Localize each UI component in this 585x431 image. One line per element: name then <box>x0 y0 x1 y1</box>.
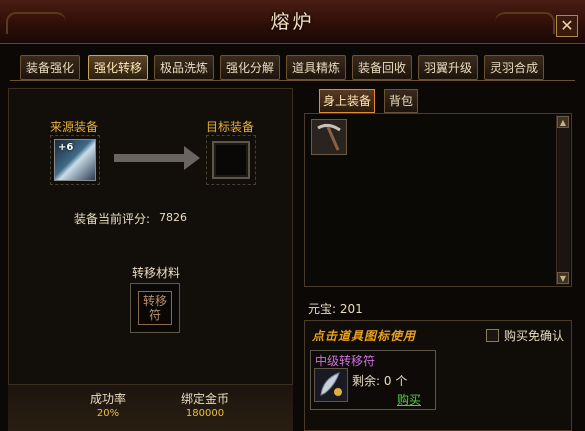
source-equipment-slot[interactable]: +6 <box>54 139 96 181</box>
target-equipment-slot[interactable] <box>212 141 250 179</box>
close-button[interactable]: ✕ <box>556 15 578 37</box>
transfer-arrow-icon <box>114 154 186 162</box>
success-rate-label: 成功率 <box>89 392 126 406</box>
enhance-level-badge: +6 <box>58 142 74 153</box>
inventory-scrollbar[interactable] <box>556 115 570 285</box>
yuanbao-value: 201 <box>339 302 363 316</box>
bound-gold-value: 180000 <box>185 408 225 419</box>
remain-unit: 个 <box>395 374 408 388</box>
target-equipment-label: 目标装备 <box>206 120 255 134</box>
buy-button[interactable]: 购买 <box>397 391 421 408</box>
tab-feather-compose[interactable]: 灵羽合成 <box>484 55 544 80</box>
shop-item-slot[interactable] <box>314 368 348 402</box>
inventory-slot[interactable] <box>311 119 347 155</box>
shop-hint: 点击道具图标使用 <box>312 329 417 343</box>
tab-equipment-enhance[interactable]: 装备强化 <box>20 55 80 80</box>
remain-label: 剩余: <box>352 374 381 388</box>
material-slot-text: 转移符 <box>138 291 172 325</box>
auto-confirm-label: 购买免确认 <box>504 329 565 343</box>
shop-item-name: 中级转移符 <box>315 354 376 368</box>
material-title: 转移材料 <box>132 266 181 280</box>
success-rate-value: 20% <box>96 408 120 419</box>
shop-item-remaining: 剩余: 0 个 <box>352 372 407 389</box>
tab-item-refine[interactable]: 道具精炼 <box>286 55 346 80</box>
tab-backpack[interactable]: 背包 <box>384 89 418 113</box>
source-equipment-label: 来源装备 <box>50 120 99 134</box>
score-value: 7826 <box>159 211 187 224</box>
tab-premium-refine[interactable]: 极品洗炼 <box>154 55 214 80</box>
yuanbao-label: 元宝: <box>308 302 337 316</box>
tab-wing-upgrade[interactable]: 羽翼升级 <box>418 55 478 80</box>
score-label: 装备当前评分: <box>74 212 151 226</box>
tab-divider <box>10 80 575 81</box>
tab-enhance-transfer[interactable]: 强化转移 <box>88 55 148 80</box>
window-title: 熔炉 <box>270 11 315 33</box>
scroll-down-button[interactable]: ▼ <box>557 272 569 284</box>
cost-bar <box>8 384 293 431</box>
tab-enhance-decompose[interactable]: 强化分解 <box>220 55 280 80</box>
arrow-head-icon <box>184 146 200 170</box>
bound-gold-label: 绑定金币 <box>180 392 229 406</box>
tab-equipment-recycle[interactable]: 装备回收 <box>352 55 412 80</box>
yuanbao-balance: 元宝: 201 <box>308 300 363 317</box>
auto-confirm-checkbox[interactable] <box>486 329 499 342</box>
tab-equipped[interactable]: 身上装备 <box>319 89 375 113</box>
remain-value: 0 <box>383 374 392 388</box>
pickaxe-icon <box>317 123 341 151</box>
feather-talisman-icon <box>320 372 342 396</box>
scroll-up-button[interactable]: ▲ <box>557 116 569 128</box>
